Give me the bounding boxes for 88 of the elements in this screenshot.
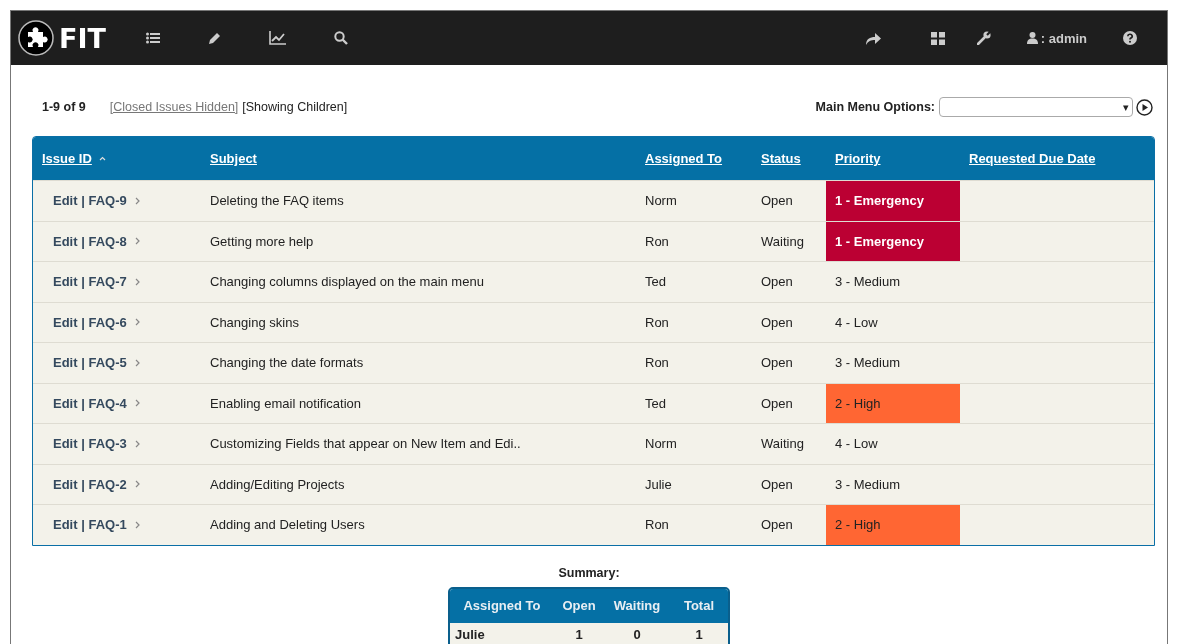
summary-header: Assigned To <box>462 598 542 613</box>
subject-cell-text: Enabling email notification <box>209 394 363 413</box>
priority-cell-text: 4 - Low <box>834 313 879 332</box>
play-circle-icon[interactable] <box>1136 98 1153 116</box>
priority-cell: 2 - High <box>826 505 960 545</box>
issue-edit-link[interactable]: Edit | FAQ-3 <box>53 436 127 452</box>
chevron-right-icon[interactable] <box>134 439 140 448</box>
subject-cell-text: Changing columns displayed on the main menu <box>209 273 485 292</box>
column-header[interactable]: Issue ID <box>33 151 92 166</box>
summary-header: Waiting <box>612 598 662 613</box>
children-note: [Showing Children] <box>242 100 348 114</box>
issue-edit-link[interactable]: Edit | FAQ-2 <box>53 476 127 492</box>
subject-cell-text: Changing skins <box>209 313 300 332</box>
column-header[interactable]: Priority <box>826 151 881 166</box>
status-cell-text: Open <box>760 516 794 535</box>
priority-cell-text: 4 - Low <box>834 435 879 454</box>
subject-cell-text: Adding and Deleting Users <box>209 516 366 535</box>
app-logo-text: FIT <box>59 22 106 54</box>
summary-cell-text: 1 <box>694 627 704 642</box>
help-icon[interactable] <box>1123 31 1137 45</box>
issue-edit-link[interactable]: Edit | FAQ-7 <box>53 274 127 290</box>
sort-ascending-icon <box>98 156 106 161</box>
assignee-cell-text: Ron <box>644 232 670 251</box>
priority-cell: 1 - Emergency <box>826 221 960 261</box>
status-cell-text: Open <box>760 313 794 332</box>
priority-cell-text: 3 - Medium <box>834 354 902 373</box>
pencil-icon[interactable] <box>207 31 221 45</box>
summary-cell-text: 1 <box>574 627 584 642</box>
search-icon[interactable] <box>333 31 348 45</box>
chevron-right-icon[interactable] <box>134 237 140 246</box>
assignee-cell-text: Ron <box>644 354 670 373</box>
subject-cell-text: Changing the date formats <box>209 354 365 373</box>
status-cell-text: Open <box>760 475 794 494</box>
column-header[interactable]: Status <box>752 151 801 166</box>
result-count: 1-9 of 9 <box>42 100 86 114</box>
status-cell-text: Waiting <box>760 435 805 454</box>
summary-title: Summary: <box>558 565 620 580</box>
menu-options-dropdown[interactable]: ▾ <box>939 97 1133 117</box>
column-header[interactable]: Subject <box>201 151 257 166</box>
column-header[interactable]: Requested Due Date <box>960 151 1096 166</box>
wrench-icon[interactable] <box>976 31 991 45</box>
user-icon[interactable] <box>1026 32 1038 44</box>
assignee-cell-text: Ted <box>644 273 667 292</box>
status-cell-text: Open <box>760 273 794 292</box>
issue-edit-link[interactable]: Edit | FAQ-1 <box>53 517 127 533</box>
issue-edit-link[interactable]: Edit | FAQ-8 <box>53 233 127 249</box>
user-name[interactable]: : admin <box>1040 30 1087 46</box>
summary-header: Open <box>561 598 597 613</box>
menu-options-label: Main Menu Options: <box>815 100 935 114</box>
chevron-right-icon[interactable] <box>134 196 140 205</box>
priority-cell-text: 3 - Medium <box>834 475 902 494</box>
subject-cell-text: Getting more help <box>209 232 315 251</box>
chevron-right-icon[interactable] <box>134 399 140 408</box>
chevron-right-icon[interactable] <box>134 358 140 367</box>
summary-cell-text: Julie <box>454 627 486 642</box>
summary-header: Total <box>682 598 716 613</box>
priority-cell-text: 3 - Medium <box>834 273 902 292</box>
assignee-cell-text: Norm <box>644 192 678 211</box>
priority-cell: 1 - Emergency <box>826 181 960 221</box>
assignee-cell-text: Julie <box>644 475 673 494</box>
summary-cell-text: 0 <box>632 627 642 642</box>
status-cell-text: Open <box>760 354 794 373</box>
subject-cell-text: Deleting the FAQ items <box>209 192 345 211</box>
status-cell-text: Waiting <box>760 232 805 251</box>
closed-issues-link[interactable]: [Closed Issues Hidden] <box>109 100 239 114</box>
puzzle-logo-icon <box>18 20 54 56</box>
chevron-right-icon[interactable] <box>134 277 140 286</box>
issue-edit-link[interactable]: Edit | FAQ-9 <box>53 193 127 209</box>
chevron-right-icon[interactable] <box>134 318 140 327</box>
assignee-cell-text: Ted <box>644 394 667 413</box>
chevron-right-icon[interactable] <box>134 480 140 489</box>
column-header[interactable]: Assigned To <box>636 151 723 166</box>
priority-cell: 2 - High <box>826 383 960 423</box>
assignee-cell-text: Ron <box>644 313 670 332</box>
issue-edit-link[interactable]: Edit | FAQ-4 <box>53 395 127 411</box>
subject-cell-text: Adding/Editing Projects <box>209 475 346 494</box>
issue-edit-link[interactable]: Edit | FAQ-6 <box>53 314 127 330</box>
issue-edit-link[interactable]: Edit | FAQ-5 <box>53 355 127 371</box>
assignee-cell-text: Ron <box>644 516 670 535</box>
assignee-cell-text: Norm <box>644 435 678 454</box>
list-icon[interactable] <box>145 32 160 44</box>
status-cell-text: Open <box>760 394 794 413</box>
grid-icon[interactable] <box>930 31 945 45</box>
status-cell-text: Open <box>760 192 794 211</box>
chevron-right-icon[interactable] <box>134 520 140 529</box>
subject-cell-text: Customizing Fields that appear on New Item and Edi.. <box>209 435 522 454</box>
line-chart-icon[interactable] <box>268 31 286 45</box>
share-arrow-icon[interactable] <box>864 31 881 45</box>
